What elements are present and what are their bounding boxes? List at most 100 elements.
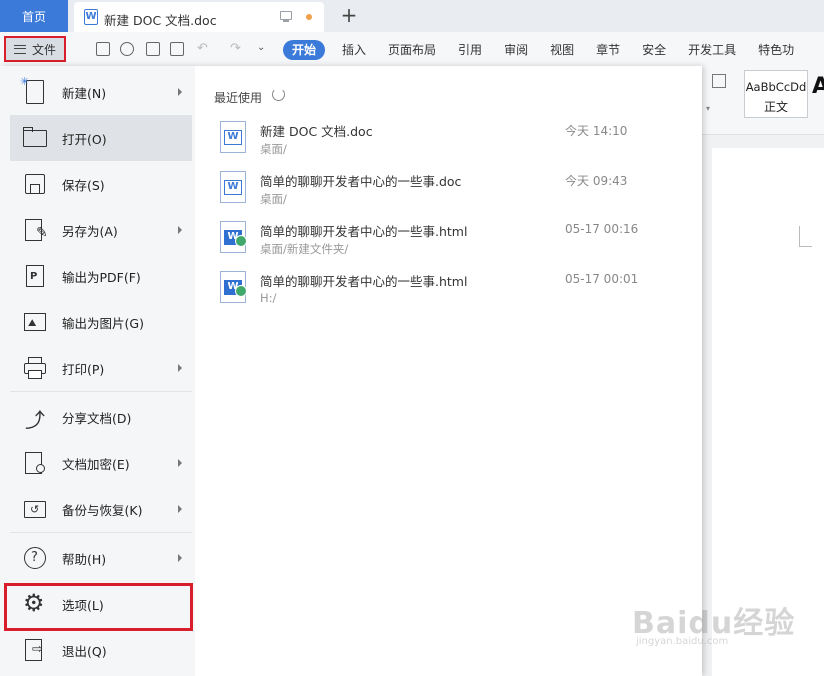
doc-file-icon: W bbox=[220, 121, 246, 153]
menu-item[interactable]: ⤴ 分享文档(D) bbox=[10, 394, 192, 440]
menu-item-label: 输出为图片(G) bbox=[62, 315, 144, 331]
new-doc-icon: ✳ bbox=[20, 75, 48, 105]
ribbon-tabs: 开始 插入 页面布局 引用 审阅 视图 章节 安全 开发工具 特色功 bbox=[283, 39, 805, 61]
export-quick-icon[interactable] bbox=[120, 42, 134, 56]
customize-dropdown-icon[interactable]: ⌄ bbox=[257, 42, 265, 53]
submenu-arrow-icon bbox=[178, 505, 182, 513]
document-tab-title: 新建 DOC 文档.doc bbox=[104, 13, 217, 28]
submenu-arrow-icon bbox=[178, 364, 182, 372]
ribbon-tab[interactable]: 插入 bbox=[331, 40, 377, 60]
submenu-arrow-icon bbox=[178, 554, 182, 562]
menu-item[interactable]: P 输出为PDF(F) bbox=[10, 253, 192, 299]
recent-file-name: 简单的聊聊开发者中心的一些事.html bbox=[260, 224, 468, 239]
style-name: 正文 bbox=[763, 100, 788, 114]
layout-icon[interactable] bbox=[712, 74, 726, 88]
menu-item-label: 文档加密(E) bbox=[62, 456, 130, 472]
menu-item-label: 另存为(A) bbox=[62, 223, 118, 239]
recent-file-path: H:/ bbox=[260, 291, 277, 305]
monitor-icon[interactable] bbox=[280, 11, 292, 22]
menu-item-label: 备份与恢复(K) bbox=[62, 502, 143, 518]
menu-item-label: 退出(Q) bbox=[62, 643, 107, 659]
html-file-icon: W bbox=[220, 221, 247, 253]
recent-file-item[interactable]: W 简单的聊聊开发者中心的一些事.doc 桌面/今天 09:43 bbox=[214, 166, 684, 212]
folder-open-icon bbox=[22, 125, 48, 151]
ribbon-tab[interactable]: 章节 bbox=[585, 40, 631, 60]
save-quick-icon[interactable] bbox=[96, 42, 110, 56]
preview-quick-icon[interactable] bbox=[170, 42, 184, 56]
file-menu-button[interactable]: 文件 bbox=[4, 36, 66, 62]
exit-icon: ⇨ bbox=[22, 637, 48, 663]
backup-icon: ↺ bbox=[22, 496, 48, 522]
menu-item[interactable]: ✎ 另存为(A) bbox=[10, 207, 192, 253]
menu-item[interactable]: ? 帮助(H) bbox=[10, 535, 192, 581]
style-sample: AaBbCcDd bbox=[745, 80, 807, 94]
save-icon bbox=[22, 171, 48, 197]
baidu-watermark: Baidu经验 jingyan.baidu.com bbox=[632, 598, 794, 658]
page-corner-mark bbox=[799, 226, 812, 247]
recent-file-name: 新建 DOC 文档.doc bbox=[260, 124, 373, 139]
menu-item[interactable]: ⛰ 输出为图片(G) bbox=[10, 299, 192, 345]
recent-file-path: 桌面/ bbox=[260, 142, 287, 156]
more-dropdown-icon[interactable]: ▾ bbox=[706, 104, 710, 113]
image-icon: ⛰ bbox=[22, 309, 48, 335]
encrypt-icon bbox=[22, 450, 48, 476]
style-normal[interactable]: AaBbCcDd 正文 bbox=[744, 70, 808, 118]
refresh-icon[interactable] bbox=[272, 88, 285, 101]
help-icon: ? bbox=[22, 545, 48, 571]
share-icon: ⤴ bbox=[25, 408, 45, 432]
save-as-icon: ✎ bbox=[22, 217, 48, 243]
style-heading-preview[interactable]: A bbox=[812, 74, 824, 99]
ribbon-tab[interactable]: 特色功 bbox=[747, 40, 805, 60]
menu-item-label: 新建(N) bbox=[62, 85, 107, 101]
menu-item-label: 输出为PDF(F) bbox=[62, 269, 141, 285]
undo-icon[interactable]: ↶ bbox=[197, 41, 208, 56]
menu-item[interactable]: 文档加密(E) bbox=[10, 440, 192, 486]
recent-file-time: 05-17 00:16 bbox=[565, 222, 639, 236]
hamburger-icon bbox=[14, 44, 26, 54]
menu-separator bbox=[10, 391, 192, 392]
recent-file-path: 桌面/ bbox=[260, 192, 287, 206]
recent-file-time: 05-17 00:01 bbox=[565, 272, 639, 286]
unsaved-dot-icon bbox=[306, 14, 312, 20]
recent-file-time: 今天 09:43 bbox=[565, 174, 628, 188]
menu-item-label: 保存(S) bbox=[62, 177, 105, 193]
html-file-icon: W bbox=[220, 271, 247, 303]
menu-item[interactable]: 保存(S) bbox=[10, 161, 192, 207]
recent-file-name: 简单的聊聊开发者中心的一些事.html bbox=[260, 274, 468, 289]
menu-item-label: 帮助(H) bbox=[62, 551, 107, 567]
word-doc-icon: W bbox=[84, 9, 98, 25]
menu-item[interactable]: ⇨ 退出(Q) bbox=[10, 627, 192, 673]
print-icon bbox=[22, 355, 48, 381]
options-highlight-box bbox=[4, 583, 193, 631]
print-quick-icon[interactable] bbox=[146, 42, 160, 56]
tab-home[interactable]: 首页 bbox=[0, 0, 68, 32]
doc-file-icon: W bbox=[220, 171, 246, 203]
pdf-icon: P bbox=[22, 263, 48, 289]
menu-item[interactable]: ↺ 备份与恢复(K) bbox=[10, 486, 192, 532]
ribbon-tab[interactable]: 开始 bbox=[283, 40, 326, 60]
menu-item[interactable]: 打开(O) bbox=[10, 115, 192, 161]
ribbon-tab[interactable]: 审阅 bbox=[493, 40, 539, 60]
submenu-arrow-icon bbox=[178, 226, 182, 234]
submenu-arrow-icon bbox=[178, 88, 182, 96]
file-menu-label: 文件 bbox=[32, 42, 57, 57]
watermark-url: jingyan.baidu.com bbox=[636, 636, 729, 647]
ribbon-tab[interactable]: 开发工具 bbox=[677, 40, 747, 60]
menu-item[interactable]: 打印(P) bbox=[10, 345, 192, 391]
menu-item-label: 打印(P) bbox=[62, 361, 105, 377]
ribbon-tab[interactable]: 安全 bbox=[631, 40, 677, 60]
recent-file-time: 今天 14:10 bbox=[565, 124, 628, 138]
redo-icon[interactable]: ↷ bbox=[230, 41, 241, 56]
ribbon-tab[interactable]: 页面布局 bbox=[377, 40, 447, 60]
recent-file-item[interactable]: W 简单的聊聊开发者中心的一些事.html 桌面/新建文件夹/05-17 00:16 bbox=[214, 216, 684, 262]
menu-item[interactable]: ✳ 新建(N) bbox=[10, 69, 192, 115]
tab-document[interactable]: W 新建 DOC 文档.doc bbox=[74, 2, 324, 32]
new-tab-button[interactable]: + bbox=[338, 4, 360, 26]
recent-file-name: 简单的聊聊开发者中心的一些事.doc bbox=[260, 174, 462, 189]
menu-item-label: 分享文档(D) bbox=[62, 410, 132, 426]
recent-file-item[interactable]: W 简单的聊聊开发者中心的一些事.html H:/ 05-17 00:01 bbox=[214, 266, 684, 312]
recent-file-item[interactable]: W 新建 DOC 文档.doc 桌面/今天 14:10 bbox=[214, 116, 684, 162]
ribbon-tab[interactable]: 视图 bbox=[539, 40, 585, 60]
ribbon-tab[interactable]: 引用 bbox=[447, 40, 493, 60]
recent-title: 最近使用 bbox=[214, 91, 263, 105]
